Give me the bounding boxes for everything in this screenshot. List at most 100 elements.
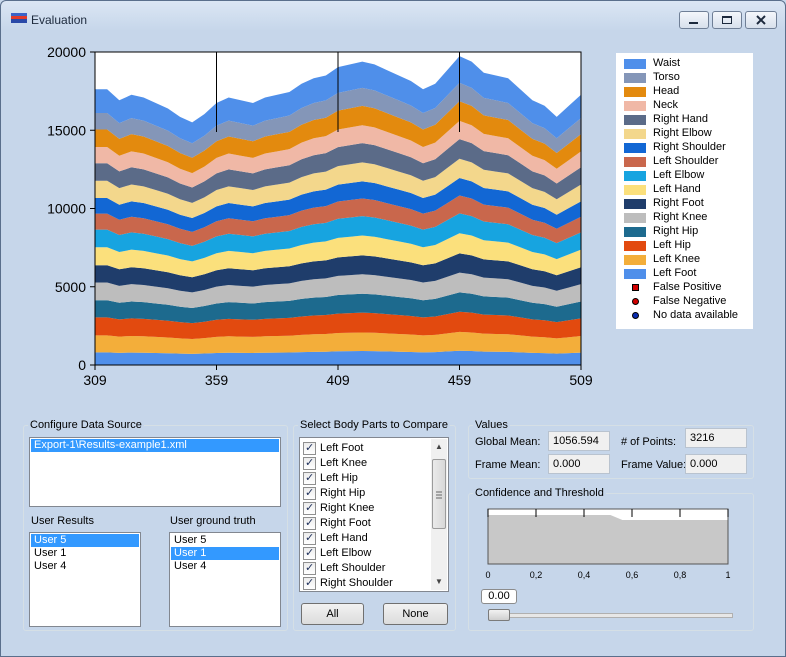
select-all-button[interactable]: All bbox=[301, 603, 364, 625]
x-tick-label: 359 bbox=[205, 372, 229, 388]
checkbox[interactable]: ✓ bbox=[303, 457, 316, 470]
legend-label: Waist bbox=[653, 57, 681, 69]
legend-swatch bbox=[624, 59, 646, 69]
chart-legend: Waist Torso Head Neck Right Hand Right Elbow R… bbox=[616, 53, 753, 329]
body-part-item[interactable]: ✓ Left Knee bbox=[303, 456, 429, 471]
check-icon: ✓ bbox=[305, 487, 315, 499]
check-icon: ✓ bbox=[305, 577, 315, 589]
legend-item: Neck bbox=[616, 99, 753, 113]
data-source-title: Configure Data Source bbox=[30, 419, 142, 431]
points-field[interactable]: 3216 bbox=[685, 428, 747, 448]
legend-label: Right Hand bbox=[653, 113, 709, 125]
list-item[interactable]: User 5 bbox=[31, 534, 139, 547]
scroll-down-icon[interactable]: ▼ bbox=[431, 574, 447, 590]
square-marker-icon bbox=[632, 284, 639, 291]
legend-item: False Negative bbox=[616, 295, 753, 309]
frame-value-field[interactable]: 0.000 bbox=[685, 454, 747, 474]
legend-swatch bbox=[624, 185, 646, 195]
legend-swatch bbox=[624, 73, 646, 83]
legend-label: Right Hip bbox=[653, 225, 699, 237]
maximize-button[interactable] bbox=[712, 11, 742, 29]
legend-swatch bbox=[624, 171, 646, 181]
body-part-item[interactable]: ✓ Left Foot bbox=[303, 441, 429, 456]
list-item[interactable]: User 5 bbox=[171, 534, 279, 547]
body-part-label: Right Shoulder bbox=[320, 577, 393, 589]
ground-truth-list[interactable]: User 5 User 1 User 4 bbox=[169, 532, 281, 627]
list-item[interactable]: User 1 bbox=[171, 547, 279, 560]
confidence-tick-label: 0,8 bbox=[674, 570, 687, 580]
legend-label: False Positive bbox=[653, 281, 722, 293]
x-tick-label: 509 bbox=[569, 372, 593, 388]
legend-label: Torso bbox=[653, 71, 680, 83]
select-none-button[interactable]: None bbox=[383, 603, 448, 625]
confidence-tick-label: 0,2 bbox=[530, 570, 543, 580]
legend-item: Torso bbox=[616, 71, 753, 85]
legend-item: Right Knee bbox=[616, 211, 753, 225]
legend-item: Right Elbow bbox=[616, 127, 753, 141]
global-mean-field[interactable]: 1056.594 bbox=[548, 431, 610, 451]
legend-swatch bbox=[624, 213, 646, 223]
legend-item: Right Hip bbox=[616, 225, 753, 239]
body-part-item[interactable]: ✓ Right Hip bbox=[303, 486, 429, 501]
body-part-item[interactable]: ✓ Left Hand bbox=[303, 531, 429, 546]
body-part-item[interactable]: ✓ Right Shoulder bbox=[303, 576, 429, 591]
legend-label: Left Foot bbox=[653, 267, 697, 279]
confidence-tick-label: 0,4 bbox=[578, 570, 591, 580]
body-parts-checklist[interactable]: ▲ ▼ ✓ Left Foot ✓ Left Knee ✓ Left Hip ✓ Right … bbox=[299, 437, 449, 592]
check-icon: ✓ bbox=[305, 457, 315, 469]
legend-label: Right Knee bbox=[653, 211, 708, 223]
close-button[interactable] bbox=[745, 11, 777, 29]
legend-swatch bbox=[624, 87, 646, 97]
x-tick-label: 409 bbox=[326, 372, 350, 388]
frame-mean-field[interactable]: 0.000 bbox=[548, 454, 610, 474]
legend-swatch bbox=[624, 269, 646, 279]
body-part-item[interactable]: ✓ Right Knee bbox=[303, 501, 429, 516]
legend-item: False Positive bbox=[616, 281, 753, 295]
checkbox[interactable]: ✓ bbox=[303, 532, 316, 545]
check-icon: ✓ bbox=[305, 502, 315, 514]
legend-label: No data available bbox=[653, 309, 739, 321]
checkbox[interactable]: ✓ bbox=[303, 577, 316, 590]
checkbox[interactable]: ✓ bbox=[303, 547, 316, 560]
body-part-item[interactable]: ✓ Left Shoulder bbox=[303, 561, 429, 576]
confidence-tick-label: 0,6 bbox=[626, 570, 639, 580]
y-tick-label: 15000 bbox=[47, 122, 86, 138]
scroll-up-icon[interactable]: ▲ bbox=[431, 439, 447, 455]
checkbox[interactable]: ✓ bbox=[303, 472, 316, 485]
list-item[interactable]: User 1 bbox=[31, 547, 139, 560]
check-icon: ✓ bbox=[305, 442, 315, 454]
legend-label: Head bbox=[653, 85, 680, 97]
check-icon: ✓ bbox=[305, 532, 315, 544]
legend-item: Head bbox=[616, 85, 753, 99]
slider-value-tooltip: 0.00 bbox=[481, 589, 517, 604]
minimize-button[interactable] bbox=[679, 11, 709, 29]
legend-label: Left Shoulder bbox=[653, 155, 719, 167]
data-file-item[interactable]: Export-1\Results-example1.xml bbox=[31, 439, 279, 452]
confidence-title: Confidence and Threshold bbox=[475, 487, 604, 499]
checkbox[interactable]: ✓ bbox=[303, 487, 316, 500]
scroll-thumb[interactable] bbox=[432, 459, 446, 529]
y-tick-label: 20000 bbox=[47, 44, 86, 60]
list-item[interactable]: User 4 bbox=[171, 560, 279, 573]
body-part-label: Left Elbow bbox=[320, 547, 372, 559]
body-part-item[interactable]: ✓ Left Elbow bbox=[303, 546, 429, 561]
threshold-slider-track[interactable] bbox=[488, 613, 733, 618]
legend-swatch bbox=[624, 255, 646, 265]
user-results-list[interactable]: User 5 User 1 User 4 bbox=[29, 532, 141, 627]
checkbox[interactable]: ✓ bbox=[303, 502, 316, 515]
body-part-item[interactable]: ✓ Right Foot bbox=[303, 516, 429, 531]
user-results-label: User Results bbox=[31, 515, 94, 527]
list-item[interactable]: User 4 bbox=[31, 560, 139, 573]
body-part-item[interactable]: ✓ Left Hip bbox=[303, 471, 429, 486]
body-part-label: Left Shoulder bbox=[320, 562, 386, 574]
body-parts-title: Select Body Parts to Compare bbox=[300, 419, 448, 431]
frame-value-label: Frame Value: bbox=[621, 459, 687, 471]
checkbox[interactable]: ✓ bbox=[303, 517, 316, 530]
threshold-slider-thumb[interactable] bbox=[488, 609, 510, 621]
global-mean-label: Global Mean: bbox=[475, 436, 541, 448]
checkbox[interactable]: ✓ bbox=[303, 562, 316, 575]
data-file-list[interactable]: Export-1\Results-example1.xml bbox=[29, 437, 281, 507]
body-parts-scrollbar[interactable]: ▲ ▼ bbox=[431, 439, 447, 590]
checkbox[interactable]: ✓ bbox=[303, 442, 316, 455]
legend-swatch bbox=[624, 129, 646, 139]
